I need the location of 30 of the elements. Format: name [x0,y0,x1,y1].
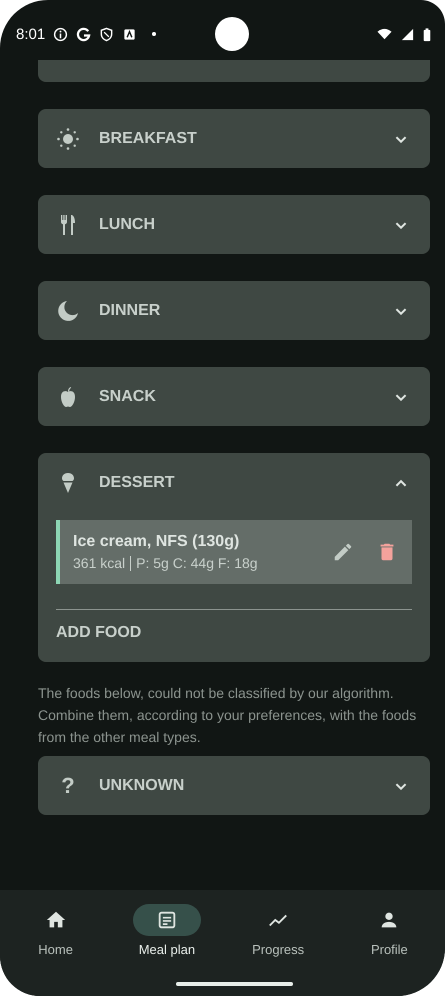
info-text: The foods below, could not be classified by our algorithm. Combine them, according to your preferences, with the foods from the other meal types. [38,684,418,747]
meal-title[interactable]: DESSERT [99,474,390,492]
add-food-button[interactable]: ADD FOOD [56,610,142,662]
edit-icon[interactable] [332,541,354,563]
status-time: 8:01 [16,26,46,42]
battery-icon [423,26,431,42]
dot-icon [151,31,158,37]
meal-title[interactable]: LUNCH [99,216,390,234]
signal-icon [400,26,415,42]
meal-title[interactable]: SNACK [99,388,390,406]
info-icon [53,26,68,42]
wifi-icon [377,26,392,42]
app-icon [122,26,138,42]
sun-icon [56,126,80,150]
g-logo-icon [76,26,92,42]
food-item[interactable]: Ice cream, NFS (130g) 361 kcal P: 5g C: 44g F: 18g [56,520,412,584]
meal-title[interactable]: UNKNOWN [99,776,390,794]
food-calories: 361 kcal [73,555,126,571]
nav-tab[interactable]: Progress [228,904,328,996]
nav-tab[interactable]: Meal plan [116,904,217,996]
food-name: Ice cream, NFS (130g) [73,533,240,551]
camera-cutout [215,17,250,51]
food-macros: P: 5g C: 44g F: 18g [136,555,258,571]
nav-tab[interactable]: Profile [339,904,440,996]
nav-tab[interactable]: Home [6,904,106,996]
question-mark-icon: ? [56,772,80,798]
meal-title[interactable]: DINNER [99,302,390,320]
shield-icon [99,26,114,42]
meal-title[interactable]: BREAKFAST [99,130,390,148]
moon-icon [56,298,80,322]
